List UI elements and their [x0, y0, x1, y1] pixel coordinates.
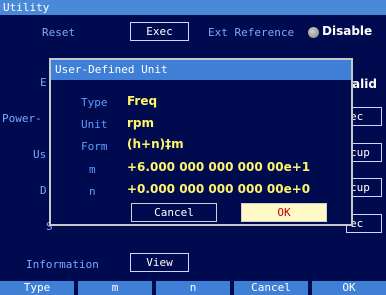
- utility-screen: Utility Reset Exec Ext Reference Disable…: [0, 0, 386, 295]
- dialog-title: User-Defined Unit: [51, 60, 351, 80]
- row2-label: E: [40, 76, 47, 89]
- m-value[interactable]: +6.000 000 000 000 00e+1: [127, 160, 310, 174]
- softkey-n[interactable]: n: [156, 281, 230, 295]
- window-title: Utility: [0, 0, 386, 15]
- information-view-button[interactable]: View: [130, 253, 189, 272]
- m-label: m: [89, 163, 96, 176]
- type-label: Type: [81, 96, 108, 109]
- row2-value: alid: [352, 77, 377, 91]
- softkey-bar: Type m n Cancel OK: [0, 281, 386, 295]
- row4-label: Us: [33, 148, 47, 161]
- n-label: n: [89, 185, 96, 198]
- softkey-cancel[interactable]: Cancel: [234, 281, 308, 295]
- dialog-cancel-button[interactable]: Cancel: [131, 203, 217, 222]
- ext-reference-label: Ext Reference: [208, 26, 295, 39]
- power-label: Power-: [2, 112, 42, 125]
- reset-exec-button[interactable]: Exec: [130, 22, 189, 41]
- form-value[interactable]: (h+n)‡m: [127, 137, 184, 151]
- n-value[interactable]: +0.000 000 000 000 00e+0: [127, 182, 310, 196]
- softkey-ok[interactable]: OK: [312, 281, 386, 295]
- softkey-type[interactable]: Type: [0, 281, 74, 295]
- dialog-ok-button[interactable]: OK: [241, 203, 327, 222]
- ext-reference-value: Disable: [322, 24, 373, 38]
- information-label: Information: [26, 258, 99, 271]
- unit-value[interactable]: rpm: [127, 116, 154, 130]
- reset-label: Reset: [42, 26, 76, 39]
- ext-reference-radio-icon[interactable]: [308, 27, 319, 38]
- type-value[interactable]: Freq: [127, 94, 157, 108]
- row5-label: D: [40, 184, 47, 197]
- form-label: Form: [81, 140, 108, 153]
- softkey-m[interactable]: m: [78, 281, 152, 295]
- unit-label: Unit: [81, 118, 108, 131]
- user-defined-unit-dialog: User-Defined Unit Type Freq Unit rpm For…: [49, 58, 353, 226]
